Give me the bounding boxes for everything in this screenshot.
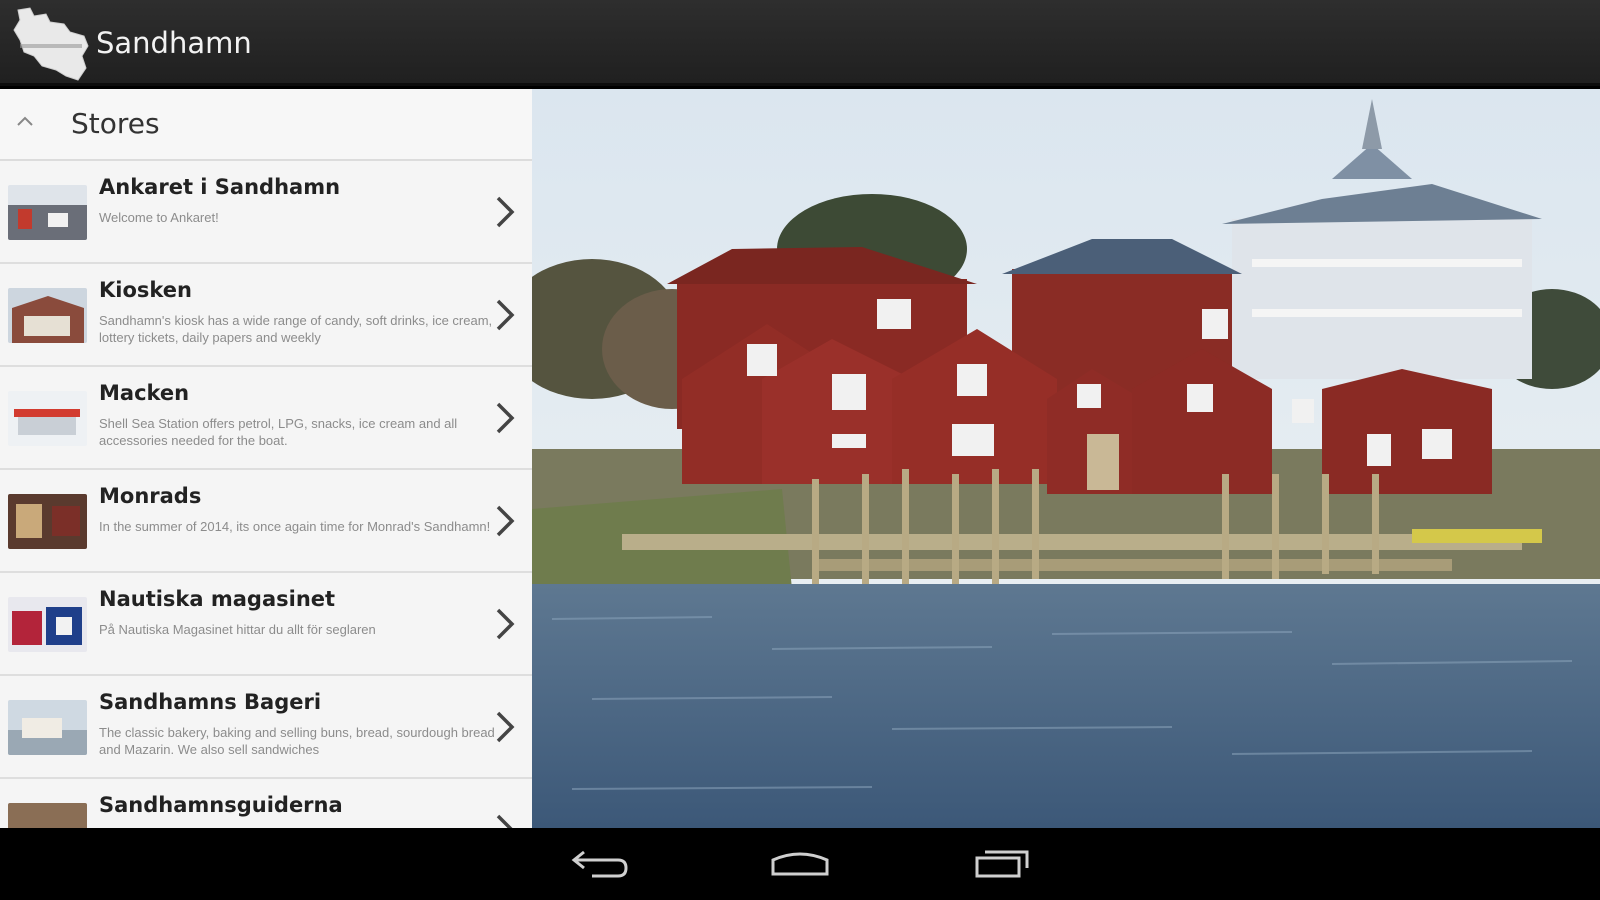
list-item-monrads[interactable]: Monrads In the summer of 2014, its once … [0, 470, 532, 573]
store-name: Kiosken [99, 278, 192, 302]
home-icon [771, 852, 829, 876]
recent-apps-button[interactable] [955, 840, 1045, 888]
list-item-macken[interactable]: Macken Shell Sea Station offers petrol, … [0, 367, 532, 470]
app-title: Sandhamn [96, 26, 252, 60]
store-description: In the summer of 2014, its once again ti… [99, 519, 491, 534]
store-name: Nautiska magasinet [99, 587, 336, 611]
store-name: Macken [99, 381, 190, 405]
back-button[interactable] [552, 840, 642, 888]
chevron-right-icon[interactable] [492, 400, 518, 436]
store-thumbnail [8, 597, 87, 652]
back-arrow-icon [571, 850, 628, 878]
island-map-logo-icon[interactable] [12, 6, 92, 82]
list-item-nautiska-magasinet[interactable]: Nautiska magasinet På Nautiska Magasinet… [0, 573, 532, 676]
chevron-right-icon[interactable] [492, 194, 518, 230]
chevron-right-icon[interactable] [492, 606, 518, 642]
list-item-kiosken[interactable]: Kiosken Sandhamn's kiosk has a wide rang… [0, 264, 532, 367]
store-thumbnail [8, 494, 87, 549]
store-thumbnail [8, 288, 87, 343]
recent-apps-icon [975, 850, 1029, 878]
chevron-right-icon[interactable] [492, 503, 518, 539]
store-thumbnail [8, 185, 87, 240]
store-thumbnail [8, 391, 87, 446]
store-description: Welcome to Ankaret! [99, 210, 219, 225]
store-thumbnail [8, 803, 87, 828]
store-description: The classic bakery, baking and selling b… [99, 725, 495, 757]
store-name: Ankaret i Sandhamn [99, 175, 341, 199]
store-description: Sandhamn's kiosk has a wide range of can… [99, 313, 493, 345]
action-bar: Sandhamn [0, 0, 1600, 86]
home-button[interactable] [755, 840, 845, 888]
list-item-sandhamns-bageri[interactable]: Sandhamns Bageri The classic bakery, bak… [0, 676, 532, 779]
system-navigation-bar [0, 828, 1600, 900]
chevron-up-icon[interactable] [14, 111, 36, 133]
store-thumbnail [8, 700, 87, 755]
list-item-ankaret[interactable]: Ankaret i Sandhamn Welcome to Ankaret! [0, 161, 532, 264]
store-name: Sandhamns Bageri [99, 690, 322, 714]
list-header[interactable]: Stores [0, 89, 532, 161]
list-header-title: Stores [71, 107, 160, 140]
store-description: På Nautiska Magasinet hittar du allt för… [99, 622, 376, 637]
chevron-right-icon[interactable] [492, 812, 518, 828]
chevron-right-icon[interactable] [492, 709, 518, 745]
list-item-sandhamnsguiderna[interactable]: Sandhamnsguiderna [0, 779, 532, 828]
store-description: Shell Sea Station offers petrol, LPG, sn… [99, 416, 458, 448]
store-name: Monrads [99, 484, 202, 508]
store-name: Sandhamnsguiderna [99, 793, 343, 817]
harbor-photo [532, 89, 1600, 828]
chevron-right-icon[interactable] [492, 297, 518, 333]
store-list-panel[interactable]: Stores Ankaret i Sandhamn Welcome to Ank… [0, 89, 532, 828]
